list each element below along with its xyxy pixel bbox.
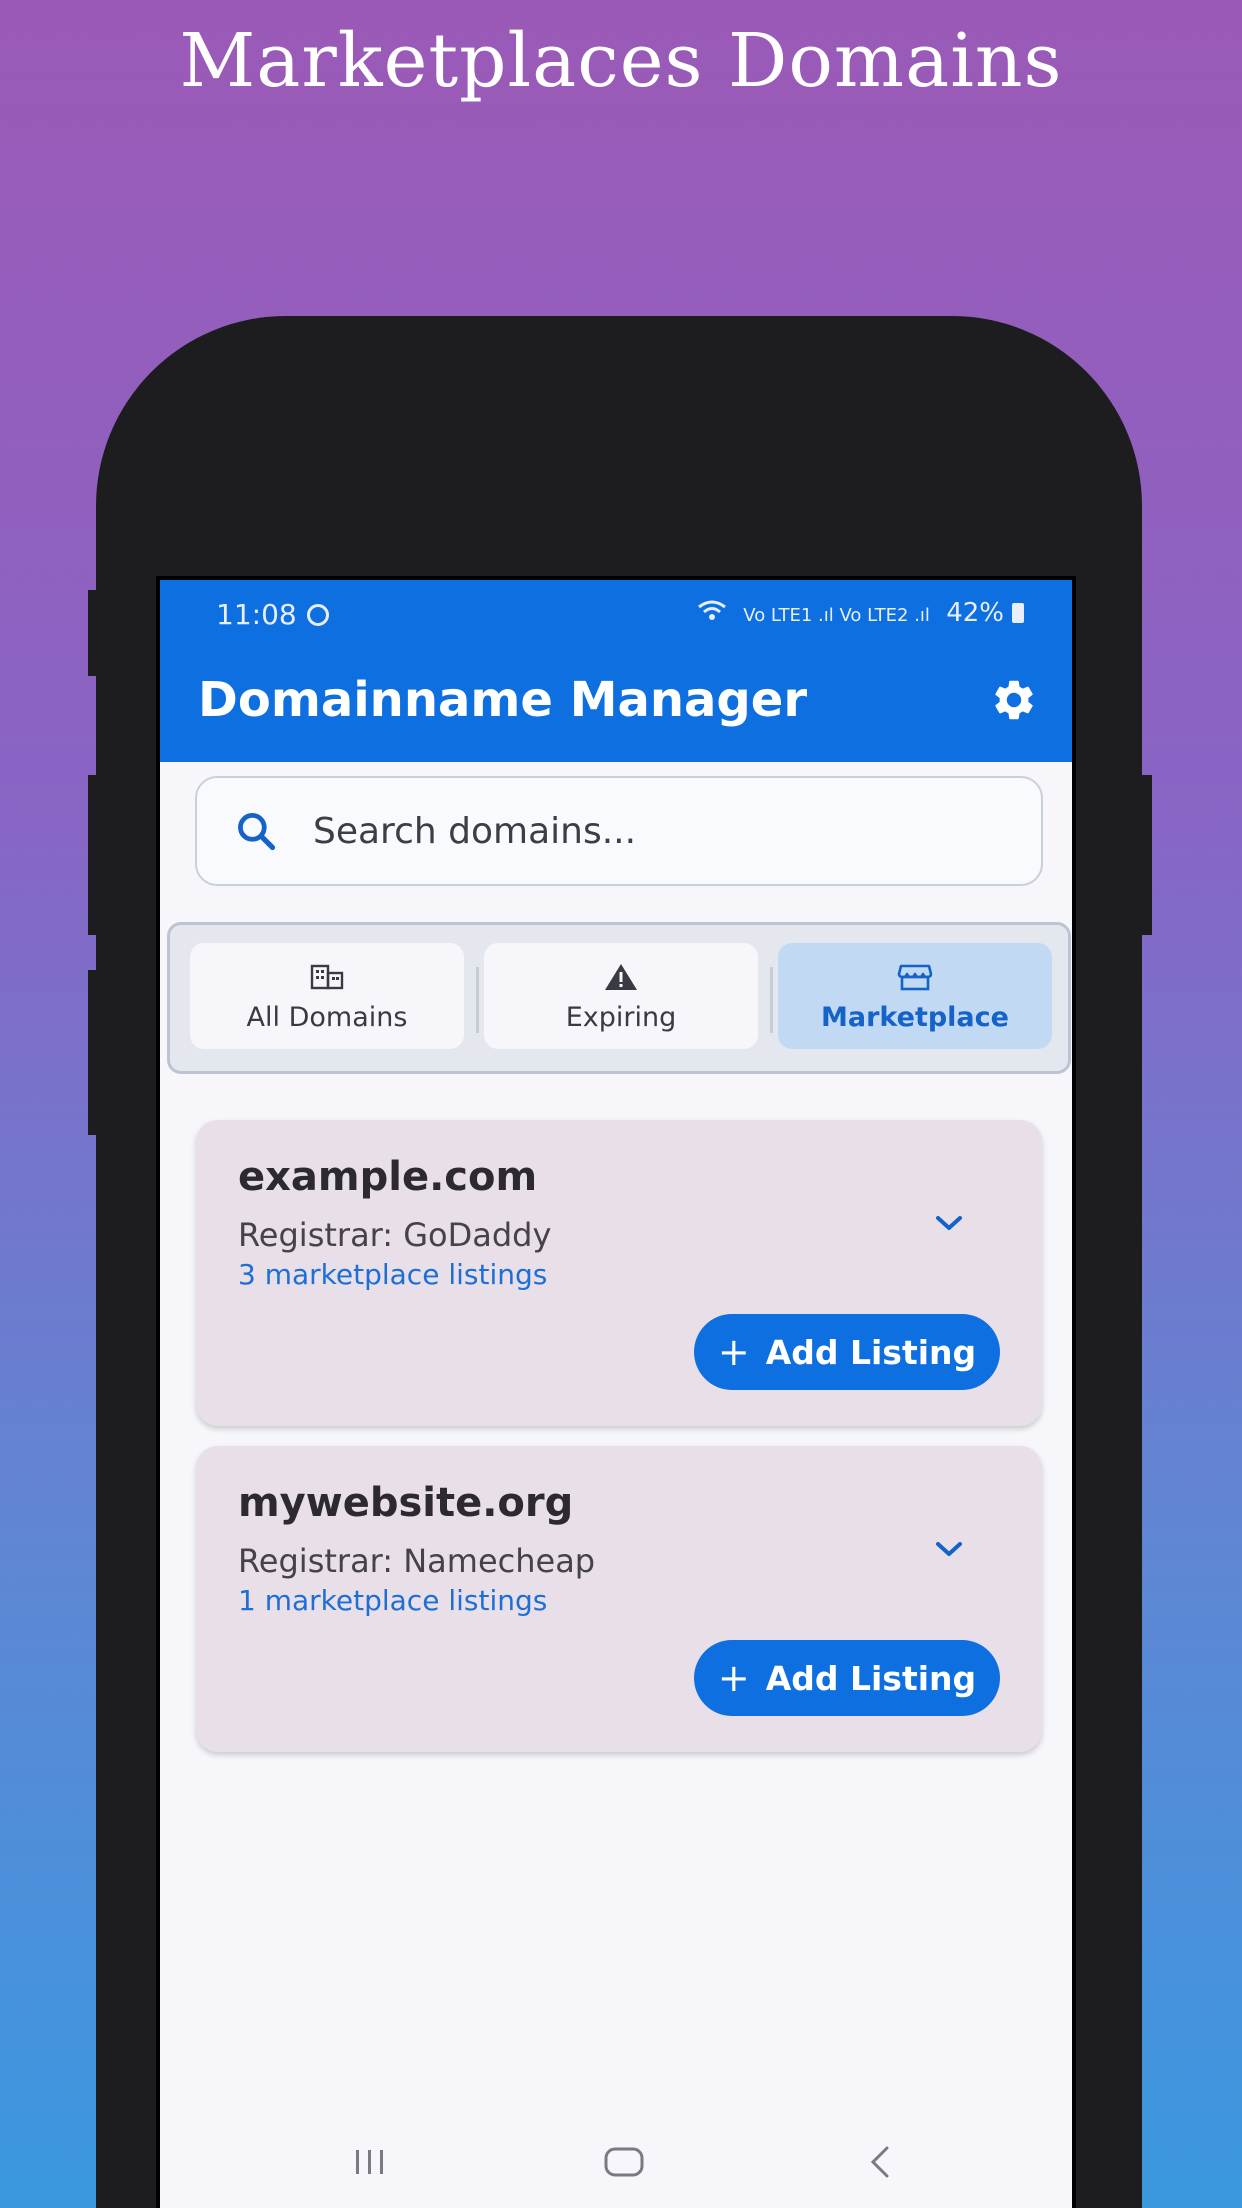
expand-button[interactable] <box>926 1202 972 1248</box>
tab-expiring[interactable]: Expiring <box>484 943 758 1049</box>
plus-icon: + <box>717 1330 750 1374</box>
signal-text: Vo LTE1 .ıl Vo LTE2 .ıl <box>743 605 930 626</box>
domain-card[interactable]: mywebsite.org Registrar: Namecheap 1 mar… <box>196 1446 1042 1752</box>
expand-button[interactable] <box>926 1528 972 1574</box>
phone-screen: 11:08 Vo LTE1 .ıl Vo LTE2 .ıl 42% Domain… <box>156 576 1076 2208</box>
tab-divider <box>476 967 479 1033</box>
wifi-icon <box>697 598 735 628</box>
add-listing-label: Add Listing <box>765 1658 977 1698</box>
tab-strip: All Domains Expiring Marketplace <box>167 922 1071 1074</box>
marketplace-listings-link[interactable]: 3 marketplace listings <box>238 1258 547 1291</box>
tab-marketplace[interactable]: Marketplace <box>778 943 1052 1049</box>
tab-label: Expiring <box>565 1001 677 1033</box>
storefront-icon <box>897 960 933 994</box>
battery-level: 42% <box>946 598 1004 628</box>
marketplace-listings-link[interactable]: 1 marketplace listings <box>238 1584 547 1617</box>
domain-card[interactable]: example.com Registrar: GoDaddy 3 marketp… <box>196 1120 1042 1426</box>
warning-icon <box>603 960 639 994</box>
add-listing-button[interactable]: + Add Listing <box>694 1640 1000 1716</box>
screen-record-icon <box>306 604 329 626</box>
tab-label: All Domains <box>246 1001 408 1033</box>
gear-icon <box>990 676 1038 728</box>
battery-icon <box>1012 603 1024 623</box>
system-nav-bar <box>160 2118 1072 2208</box>
promo-title: Marketplaces Domains <box>179 18 1063 104</box>
recent-apps-button[interactable] <box>330 2134 410 2194</box>
add-listing-label: Add Listing <box>765 1332 977 1372</box>
building-icon <box>310 960 344 994</box>
app-bar: 11:08 Vo LTE1 .ıl Vo LTE2 .ıl 42% Domain… <box>160 580 1072 762</box>
tab-label: Marketplace <box>821 1001 1009 1033</box>
settings-button[interactable] <box>986 674 1042 730</box>
tab-all-domains[interactable]: All Domains <box>190 943 464 1049</box>
app-title: Domainname Manager <box>198 672 807 728</box>
back-icon <box>865 2145 895 2183</box>
domain-name: mywebsite.org <box>238 1480 574 1526</box>
plus-icon: + <box>717 1656 750 1700</box>
home-button[interactable] <box>584 2134 664 2194</box>
back-button[interactable] <box>840 2134 920 2194</box>
search-box[interactable] <box>195 776 1043 886</box>
home-icon <box>603 2146 645 2182</box>
status-icons: Vo LTE1 .ıl Vo LTE2 .ıl 42% <box>689 598 1024 628</box>
search-icon <box>231 806 281 856</box>
domain-registrar: Registrar: GoDaddy <box>238 1216 552 1254</box>
chevron-down-icon <box>934 1214 964 1236</box>
status-time: 11:08 <box>216 598 329 631</box>
tab-divider <box>770 967 773 1033</box>
clock: 11:08 <box>216 598 297 631</box>
app-screen: 11:08 Vo LTE1 .ıl Vo LTE2 .ıl 42% Domain… <box>160 580 1072 2208</box>
domain-name: example.com <box>238 1154 538 1200</box>
domain-registrar: Registrar: Namecheap <box>238 1542 596 1580</box>
add-listing-button[interactable]: + Add Listing <box>694 1314 1000 1390</box>
chevron-down-icon <box>934 1540 964 1562</box>
status-bar: 11:08 Vo LTE1 .ıl Vo LTE2 .ıl 42% <box>160 598 1072 638</box>
recent-apps-icon <box>350 2147 390 2181</box>
search-input[interactable] <box>313 810 953 852</box>
